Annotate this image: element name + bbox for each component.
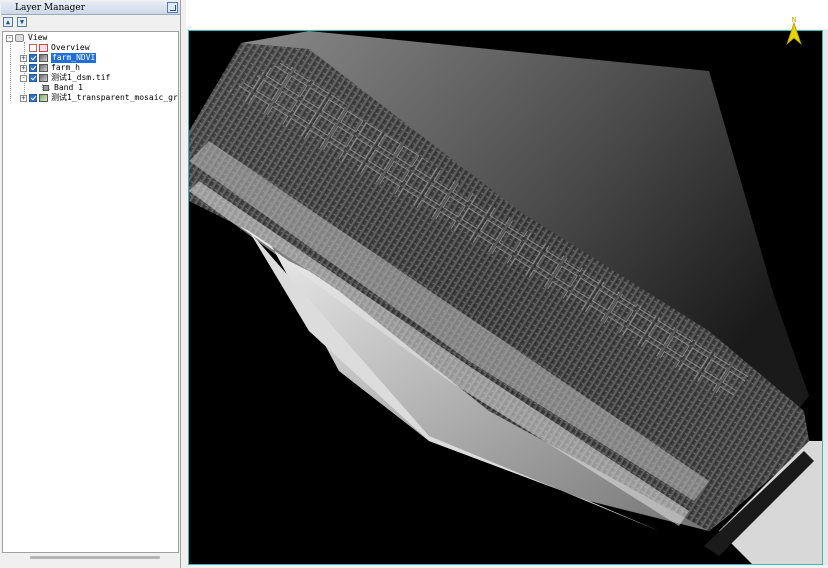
tree-item-overview[interactable]: Overview — [3, 43, 173, 53]
collapse-all-icon[interactable]: ▲ — [3, 17, 13, 27]
expand-icon[interactable]: + — [20, 95, 27, 102]
farm-ndvi-checkbox[interactable] — [29, 54, 37, 62]
image-layer-icon — [39, 94, 48, 102]
map-header — [186, 0, 828, 29]
tree-item-label: farm_NDVI — [51, 53, 97, 63]
expand-all-icon[interactable]: ▼ — [17, 17, 27, 27]
mosaic-checkbox[interactable] — [29, 94, 37, 102]
tree-item-label: farm_h — [51, 63, 80, 72]
band-icon — [43, 85, 49, 91]
raster-layer-icon — [39, 74, 48, 82]
raster-layer-icon — [39, 64, 48, 72]
tree-item-label: Band 1 — [54, 83, 83, 92]
tree-item-label: 测试1_dsm.tif — [51, 73, 111, 82]
panel-toolbar: ▲ ▼ — [1, 16, 180, 29]
north-arrow-icon: N — [785, 14, 803, 46]
overview-checkbox[interactable] — [29, 44, 37, 52]
tree-root-view[interactable]: - View — [3, 33, 173, 43]
tree-root-label: View — [28, 33, 48, 42]
right-edge-panel — [823, 30, 828, 565]
layer-manager-panel: Layer Manager ▲ ▼ - View Overview + farm… — [0, 0, 181, 568]
collapse-view-icon[interactable]: - — [6, 35, 13, 42]
tree-item-band-1[interactable]: Band 1 — [3, 83, 173, 93]
tree-item-dsm[interactable]: - 测试1_dsm.tif — [3, 73, 173, 83]
panel-titlebar: Layer Manager — [1, 1, 180, 15]
raster-layer-icon — [39, 54, 48, 62]
map-view[interactable] — [188, 30, 823, 565]
tree-item-label: 测试1_transparent_mosaic_group1.t — [51, 93, 178, 102]
tree-item-mosaic[interactable]: + 测试1_transparent_mosaic_group1.t — [3, 93, 178, 103]
tree-item-farm-h[interactable]: + farm_h — [3, 63, 173, 73]
farm-h-checkbox[interactable] — [29, 64, 37, 72]
expand-icon[interactable]: + — [20, 65, 27, 72]
dsm-checkbox[interactable] — [29, 74, 37, 82]
panel-title: Layer Manager — [15, 3, 86, 13]
raster-display — [189, 31, 822, 564]
tree-item-farm-ndvi[interactable]: + farm_NDVI — [3, 53, 173, 63]
panel-pin-icon[interactable] — [167, 2, 178, 13]
tree-horizontal-scrollbar[interactable] — [30, 556, 160, 559]
expand-icon[interactable]: + — [20, 55, 27, 62]
overview-icon — [39, 44, 48, 52]
layer-tree: - View Overview + farm_NDVI + farm_h - 测… — [2, 31, 179, 553]
view-globe-icon — [15, 34, 24, 42]
tree-item-label: Overview — [51, 43, 90, 52]
collapse-icon[interactable]: - — [20, 75, 27, 82]
